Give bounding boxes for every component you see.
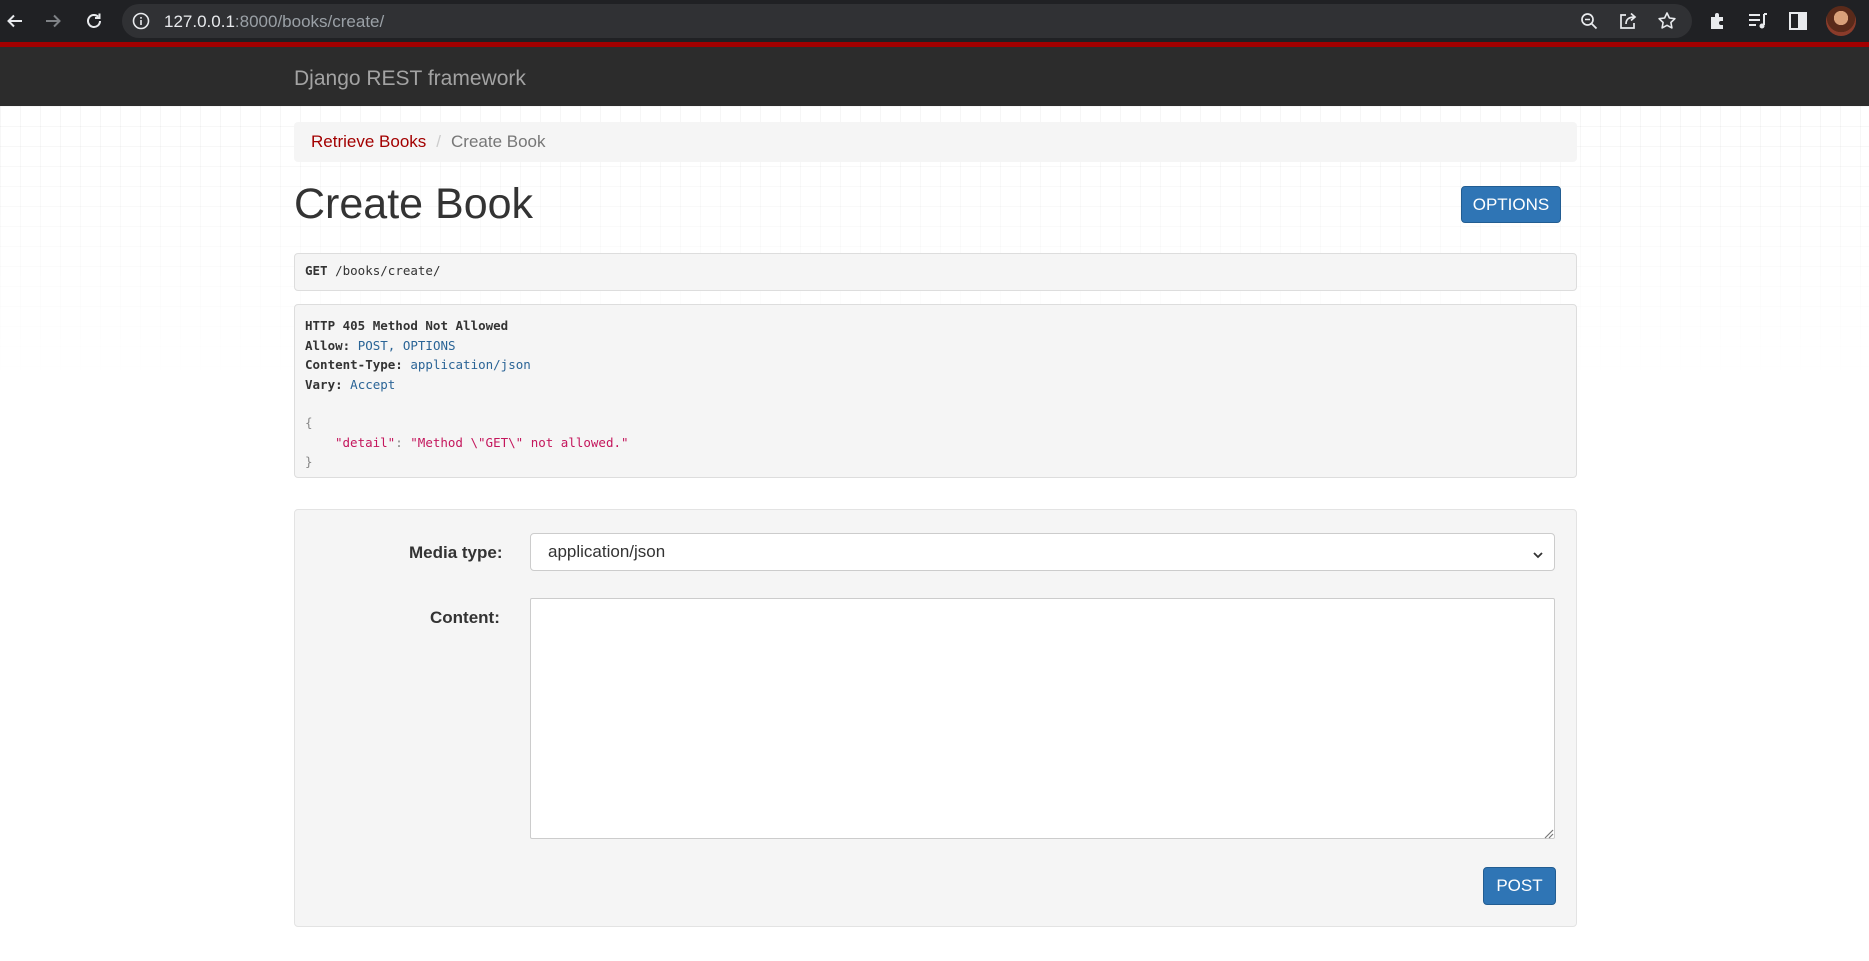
content-label: Content: <box>430 608 500 627</box>
profile-avatar[interactable] <box>1826 6 1856 36</box>
json-detail-value: "Method \"GET\" not allowed." <box>410 434 629 450</box>
json-open-brace: { <box>305 415 313 430</box>
url-host: 127.0.0.1 <box>164 12 235 31</box>
json-colon: : <box>395 434 411 450</box>
vary-header-key: Vary: <box>305 376 343 392</box>
raw-data-form: Media type: application/json Content: PO… <box>294 509 1577 927</box>
json-detail-key: "detail" <box>335 434 396 450</box>
site-info-icon[interactable] <box>132 12 150 30</box>
page-title: Create Book <box>294 180 534 228</box>
json-close-brace: } <box>305 454 313 469</box>
forward-arrow-icon[interactable] <box>40 8 66 34</box>
post-button[interactable]: POST <box>1483 867 1556 905</box>
request-info: GET /books/create/ <box>294 253 1577 291</box>
reading-list-icon[interactable] <box>1747 10 1769 32</box>
request-method: GET <box>305 263 328 278</box>
resize-grip-icon[interactable] <box>1542 826 1554 839</box>
navbar: Django REST framework <box>0 42 1869 106</box>
response-info: HTTP 405 Method Not Allowed Allow: POST,… <box>294 304 1577 478</box>
back-arrow-icon[interactable] <box>2 8 28 34</box>
content-type-header-value: application/json <box>410 357 531 372</box>
media-type-selected-value: application/json <box>548 542 666 561</box>
media-type-label: Media type: <box>409 543 503 562</box>
url-path: :8000/books/create/ <box>234 12 385 31</box>
allow-header-key: Allow: <box>305 337 351 353</box>
allow-header-value: POST, OPTIONS <box>357 337 456 353</box>
media-type-select[interactable]: application/json <box>530 533 1555 571</box>
request-path: /books/create/ <box>335 263 441 278</box>
address-bar[interactable]: 127.0.0.1:8000/books/create/ <box>122 4 1692 38</box>
breadcrumb-link-retrieve-books[interactable]: Retrieve Books <box>311 132 426 152</box>
side-panel-icon[interactable] <box>1787 10 1809 32</box>
content-textarea[interactable] <box>530 598 1555 839</box>
chevron-down-icon <box>1532 546 1544 559</box>
browser-toolbar: 127.0.0.1:8000/books/create/ <box>0 0 1869 42</box>
extensions-puzzle-icon[interactable] <box>1707 10 1729 32</box>
content-type-header-key: Content-Type: <box>305 357 403 372</box>
zoom-icon[interactable] <box>1579 11 1599 31</box>
response-status: HTTP 405 Method Not Allowed <box>305 318 509 333</box>
options-button[interactable]: OPTIONS <box>1461 186 1561 223</box>
bookmark-star-icon[interactable] <box>1657 11 1677 31</box>
breadcrumb-separator: / <box>436 132 442 151</box>
share-icon[interactable] <box>1618 11 1638 31</box>
vary-header-value: Accept <box>350 376 396 392</box>
reload-icon[interactable] <box>81 8 107 34</box>
breadcrumb: Retrieve Books / Create Book <box>294 122 1577 162</box>
breadcrumb-active-create-book: Create Book <box>451 132 546 151</box>
navbar-brand[interactable]: Django REST framework <box>294 67 526 91</box>
url-text[interactable]: 127.0.0.1:8000/books/create/ <box>164 12 384 32</box>
